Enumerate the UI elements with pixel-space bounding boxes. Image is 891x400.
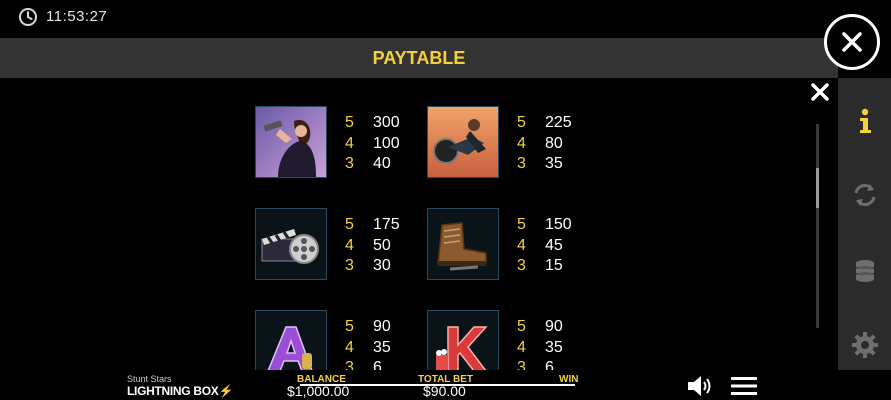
boots-symbol — [427, 208, 499, 280]
paytable-content[interactable]: 5 300 4 100 3 40 5 225 4 80 3 35 5 175 4… — [0, 78, 838, 370]
close-button[interactable] — [824, 14, 880, 70]
woman-agent-symbol — [255, 106, 327, 178]
paytable-header: PAYTABLE — [0, 38, 838, 78]
hamburger-menu-icon[interactable] — [731, 376, 757, 396]
info-icon[interactable] — [850, 106, 880, 136]
lightning-bolt-icon: ⚡ — [218, 384, 234, 398]
status-bar: 11:53:27 — [0, 0, 891, 34]
game-name: Stunt Stars — [127, 374, 172, 384]
win-label: WIN — [559, 374, 579, 385]
clock-time: 11:53:27 — [46, 8, 108, 25]
brand-logo: LIGHTNING BOX⚡ — [127, 384, 234, 398]
letter-k-symbol — [427, 310, 499, 370]
coins-stack-icon[interactable] — [850, 256, 880, 286]
close-icon — [842, 32, 862, 52]
balance-label: BALANCE — [297, 374, 346, 385]
film-reel-clapper-symbol — [255, 208, 327, 280]
clock-icon — [19, 8, 37, 26]
total-bet-label: TOTAL BET — [418, 374, 473, 385]
scrollbar-track[interactable] — [816, 124, 819, 328]
page-title: PAYTABLE — [372, 48, 466, 68]
sidebar — [838, 78, 891, 370]
letter-a-symbol — [255, 310, 327, 370]
refresh-icon[interactable] — [850, 180, 880, 210]
scrollbar-thumb[interactable] — [816, 168, 819, 208]
speaker-icon[interactable] — [686, 374, 714, 398]
gear-icon[interactable] — [850, 330, 880, 360]
motorcycle-stunt-symbol — [427, 106, 499, 178]
paytable-close-button[interactable] — [809, 81, 831, 103]
